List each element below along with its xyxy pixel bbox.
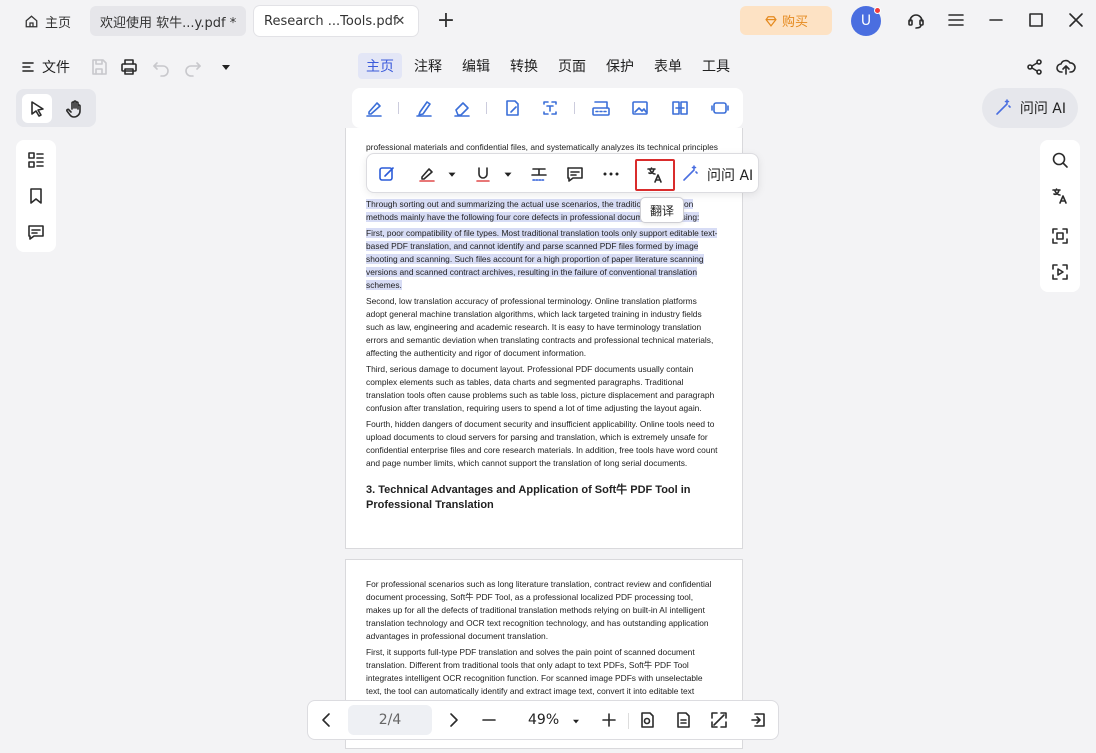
cloud-upload-icon[interactable] xyxy=(1054,56,1078,78)
select-cursor-icon[interactable] xyxy=(22,94,52,123)
compare-icon[interactable] xyxy=(668,96,692,120)
page2-body: For professional scenarios such as long … xyxy=(366,578,718,698)
edit-pdf-icon[interactable] xyxy=(500,96,524,120)
hamburger-menu-icon[interactable] xyxy=(944,8,968,32)
paragraph-terminology: Second, low translation accuracy of prof… xyxy=(366,296,714,358)
home-tab-label: 主页 xyxy=(45,15,72,31)
screenshot-icon[interactable] xyxy=(1048,224,1072,248)
close-window-icon[interactable] xyxy=(1064,8,1088,32)
divider xyxy=(628,713,629,729)
bookmark-icon[interactable] xyxy=(24,184,48,208)
file-menu-label: 文件 xyxy=(42,60,70,76)
ask-ai-button[interactable]: 问问 AI xyxy=(982,88,1078,128)
divider xyxy=(574,102,575,114)
menu-form[interactable]: 表单 xyxy=(646,53,690,79)
strikethrough-icon[interactable] xyxy=(527,162,551,186)
zoom-level[interactable]: 49% xyxy=(528,712,559,728)
home-icon xyxy=(24,14,39,29)
menu-home[interactable]: 主页 xyxy=(358,53,402,79)
image-convert-icon[interactable] xyxy=(628,96,652,120)
home-tool-strip xyxy=(352,88,743,128)
page1-section-heading: 3. Technical Advantages and Application … xyxy=(366,484,691,511)
divider xyxy=(398,102,399,114)
highlight-dropdown-icon[interactable] xyxy=(445,164,459,184)
close-tab-icon[interactable]: ✕ xyxy=(390,11,410,31)
menu-edit[interactable]: 编辑 xyxy=(454,53,498,79)
buy-button[interactable]: 购买 xyxy=(740,6,832,35)
divider xyxy=(486,102,487,114)
hand-tool-icon[interactable] xyxy=(60,94,90,123)
buy-label: 购买 xyxy=(781,15,808,30)
marker-tool-icon[interactable] xyxy=(412,96,436,120)
page-number-input[interactable]: 2/4 xyxy=(348,705,432,735)
underline-dropdown-icon[interactable] xyxy=(501,164,515,184)
next-page-icon[interactable] xyxy=(442,709,464,731)
text-recognize-icon[interactable] xyxy=(538,96,562,120)
user-avatar[interactable]: U xyxy=(851,6,881,36)
support-headset-icon[interactable] xyxy=(904,8,928,32)
menu-annotate[interactable]: 注释 xyxy=(406,53,450,79)
ask-ai-toolbar-label[interactable]: 问问 AI xyxy=(707,165,753,185)
highlighter-icon[interactable] xyxy=(415,162,439,186)
previous-page-icon[interactable] xyxy=(316,709,338,731)
tab-welcome-pdf[interactable]: 欢迎使用 软牛...y.pdf * xyxy=(90,6,246,36)
diamond-icon xyxy=(764,14,778,28)
translate-icon[interactable] xyxy=(1048,184,1072,208)
redo-icon[interactable] xyxy=(182,56,204,78)
zoom-out-icon[interactable] xyxy=(478,709,500,731)
paragraph-security: Fourth, hidden dangers of document secur… xyxy=(366,419,718,468)
translate-button-icon[interactable] xyxy=(635,159,675,191)
view-mode-icon[interactable] xyxy=(636,709,658,731)
menu-protect[interactable]: 保护 xyxy=(598,53,642,79)
underline-icon[interactable] xyxy=(471,162,495,186)
fit-screen-icon[interactable] xyxy=(708,709,730,731)
share-icon[interactable] xyxy=(1024,56,1046,78)
ai-sparkle-icon[interactable] xyxy=(679,162,701,186)
more-options-icon[interactable] xyxy=(599,162,623,186)
avatar-letter: U xyxy=(860,13,872,29)
paragraph-layout: Third, serious damage to document layout… xyxy=(366,364,715,413)
screen-capture-icon[interactable] xyxy=(708,96,732,120)
save-icon[interactable] xyxy=(88,56,110,78)
new-tab-button[interactable]: + xyxy=(434,6,458,34)
highlight-tool-icon[interactable] xyxy=(362,96,386,120)
minimize-icon[interactable] xyxy=(984,8,1008,32)
page2-paragraph-2: First, it supports full-type PDF transla… xyxy=(366,647,703,696)
tab-welcome-label: 欢迎使用 软牛...y.pdf * xyxy=(100,15,237,31)
selected-paragraph-2[interactable]: First, poor compatibility of file types.… xyxy=(366,228,718,290)
ocr-icon[interactable] xyxy=(588,96,614,120)
translate-tooltip: 翻译 xyxy=(640,197,684,223)
ask-ai-label: 问问 AI xyxy=(1019,101,1066,117)
video-capture-icon[interactable] xyxy=(1048,260,1072,284)
thumbnails-icon[interactable] xyxy=(24,148,48,172)
page-layout-icon[interactable] xyxy=(672,709,694,731)
notification-dot xyxy=(874,7,881,14)
selection-toolbar: 问问 AI xyxy=(366,153,759,193)
comment-icon[interactable] xyxy=(24,220,48,244)
page1-body: Through sorting out and summarizing the … xyxy=(366,198,718,473)
home-tab[interactable]: 主页 xyxy=(14,6,82,36)
menu-lines-icon xyxy=(20,59,36,75)
page2-paragraph-1: For professional scenarios such as long … xyxy=(366,579,712,641)
more-dropdown-icon[interactable] xyxy=(216,56,236,78)
maximize-icon[interactable] xyxy=(1024,8,1048,32)
file-menu-button[interactable]: 文件 xyxy=(20,56,70,78)
menu-convert[interactable]: 转换 xyxy=(502,53,546,79)
ai-sparkle-icon xyxy=(992,97,1014,119)
zoom-in-icon[interactable] xyxy=(598,709,620,731)
undo-icon[interactable] xyxy=(150,56,172,78)
add-note-icon[interactable] xyxy=(563,162,587,186)
tab-research-label: Research ...Tools.pdf xyxy=(264,13,398,29)
tab-research-pdf[interactable]: Research ...Tools.pdf ✕ xyxy=(254,6,418,36)
eraser-tool-icon[interactable] xyxy=(450,96,474,120)
menu-tools[interactable]: 工具 xyxy=(694,53,738,79)
edit-text-icon[interactable] xyxy=(375,162,399,186)
menu-page[interactable]: 页面 xyxy=(550,53,594,79)
search-icon[interactable] xyxy=(1048,148,1072,172)
print-icon[interactable] xyxy=(118,56,140,78)
zoom-dropdown-icon[interactable] xyxy=(570,713,582,729)
page-navigation-bar: 2/4 49% xyxy=(307,700,779,740)
exit-fullscreen-icon[interactable] xyxy=(748,709,770,731)
